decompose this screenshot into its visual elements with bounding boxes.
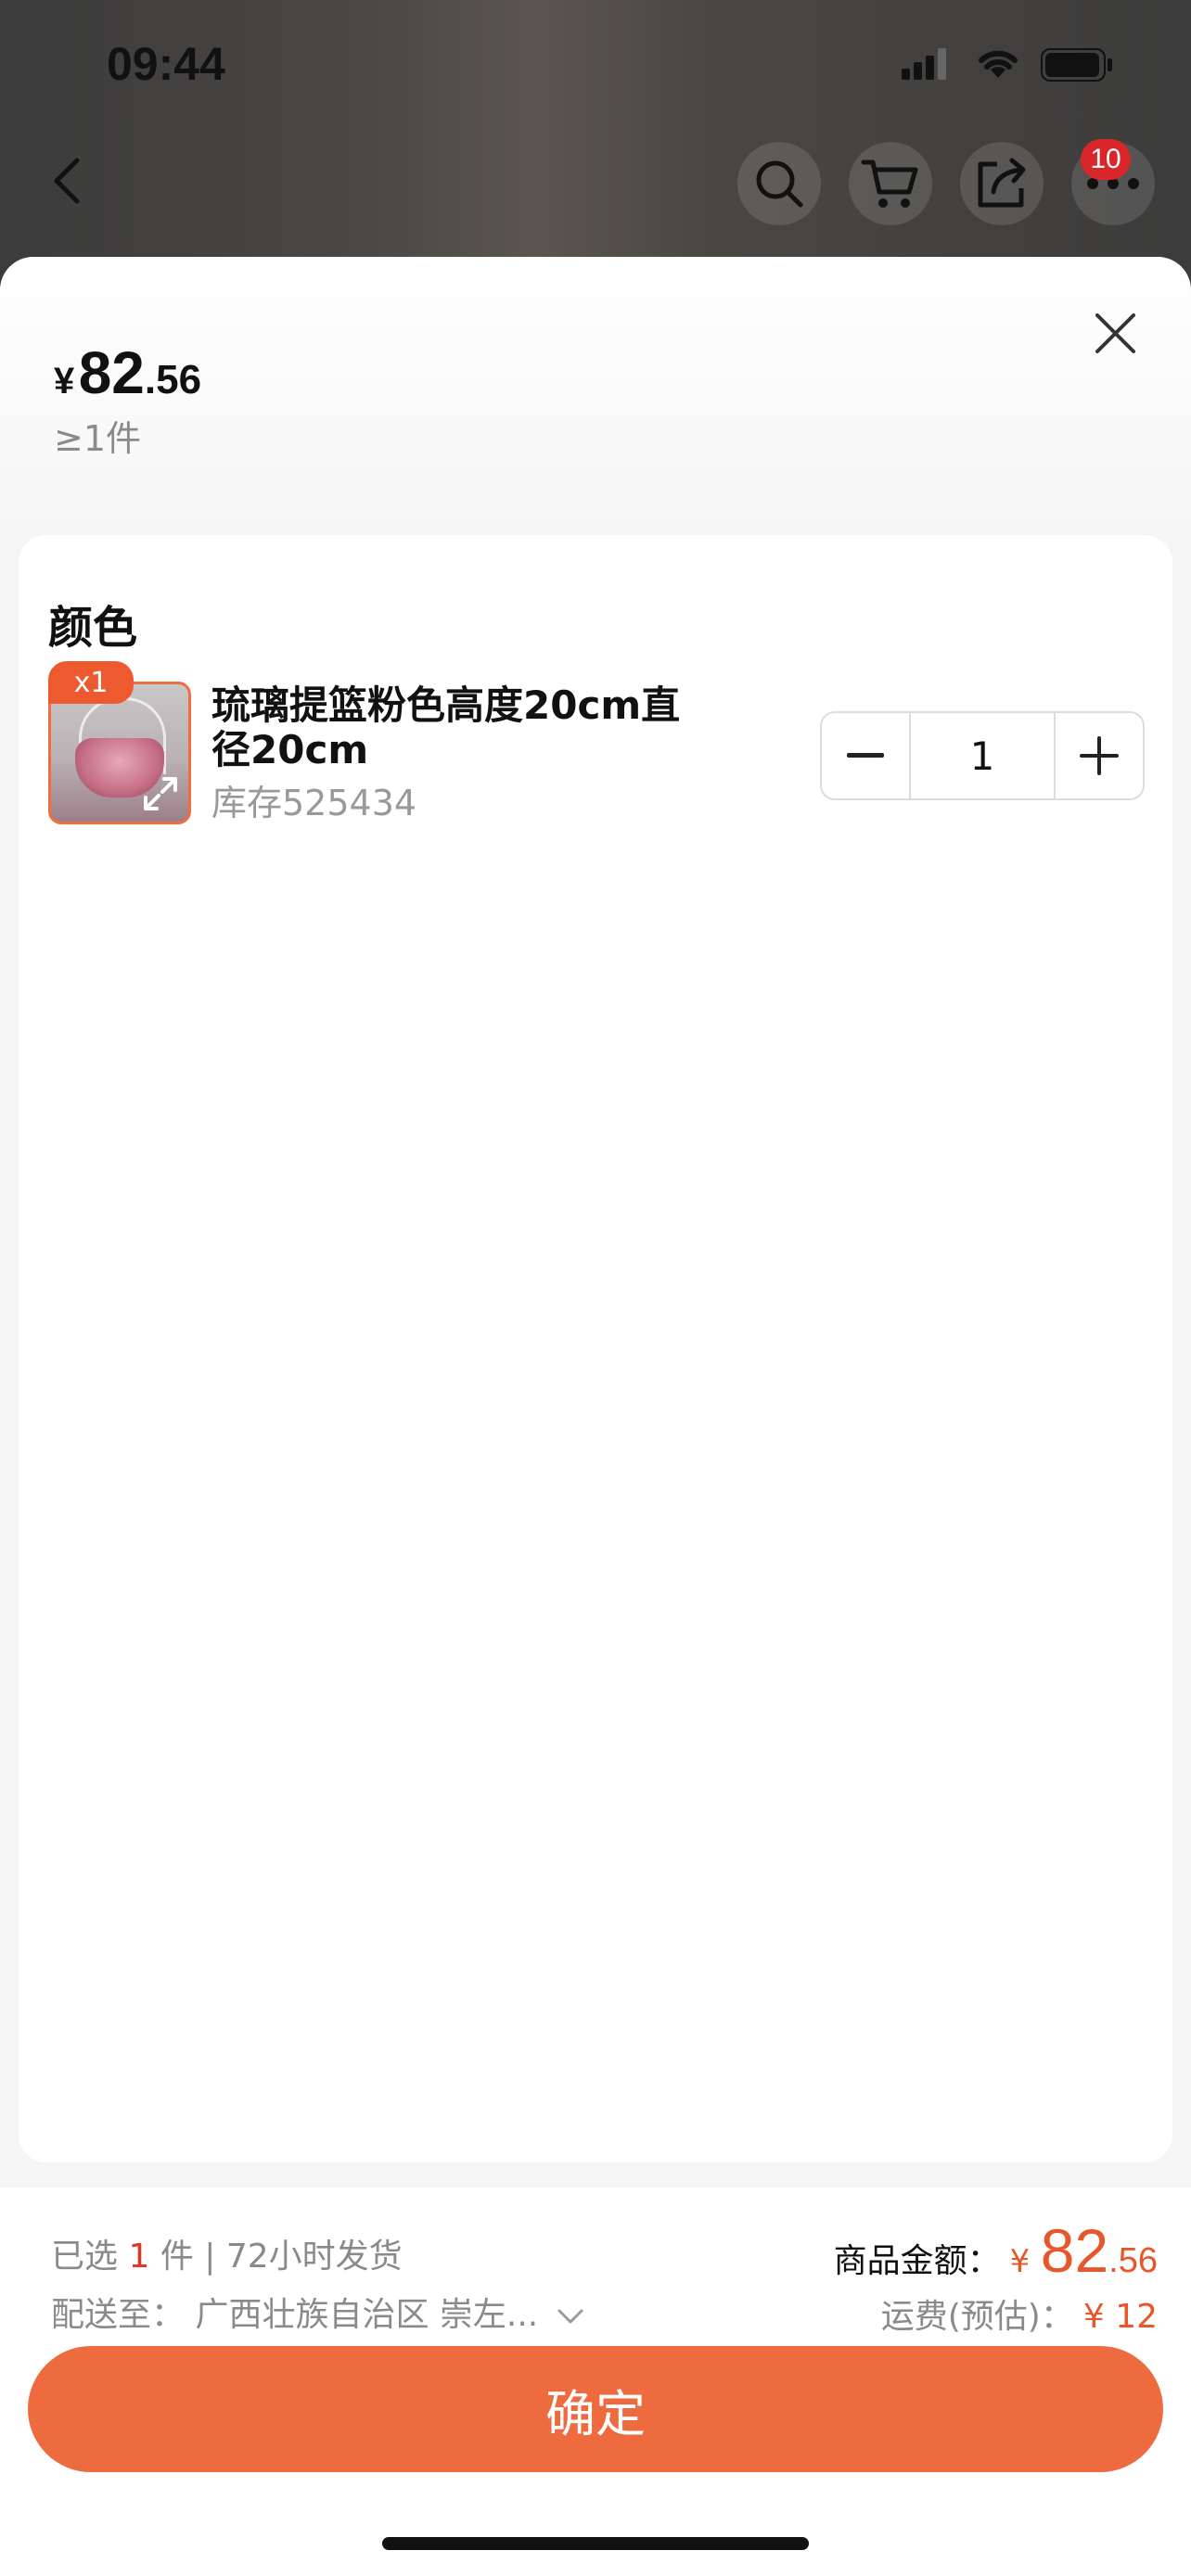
selected-summary: 已选 1 件 | 72小时发货 [51, 2229, 403, 2277]
chevron-down-icon [557, 2309, 583, 2324]
freight-value: ¥ 12 [1082, 2298, 1158, 2336]
cart-icon [861, 159, 918, 208]
wifi-icon [979, 50, 1018, 78]
search-icon [756, 160, 803, 208]
stock-count: 库存525434 [211, 783, 417, 823]
ship-to-selector[interactable]: 配送至： 广西壮族自治区 崇左... [51, 2288, 584, 2336]
quantity-value[interactable]: 1 [909, 713, 1056, 798]
confirm-button[interactable]: 确定 [28, 2346, 1163, 2472]
freight-label: 运费(预估)： [880, 2298, 1074, 2336]
decrease-button[interactable] [822, 713, 909, 798]
battery-icon [1041, 48, 1112, 82]
amount-decimal: .56 [1108, 2241, 1158, 2280]
selected-quantity-tag: x1 [48, 661, 134, 704]
expand-icon[interactable] [140, 773, 181, 814]
status-bar: 09:44 [0, 0, 1191, 130]
min-order-quantity: ≥1件 [54, 418, 142, 459]
price-currency: ¥ [54, 361, 75, 402]
selected-suffix: 件 | 72小时发货 [160, 2238, 403, 2276]
cellular-signal-icon [902, 48, 946, 80]
sku-name: 琉璃提篮粉色高度20cm直径20cm [211, 682, 681, 772]
close-icon[interactable] [1090, 308, 1141, 359]
freight-estimate: 运费(预估)： ¥ 12 [881, 2289, 1158, 2338]
share-button[interactable] [960, 142, 1044, 225]
amount-integer: 82 [1040, 2216, 1109, 2285]
amount-label: 商品金额： [833, 2242, 1001, 2280]
price-integer: 82 [78, 339, 145, 406]
ship-to-value: 广西壮族自治区 崇左... [195, 2296, 539, 2334]
selected-prefix: 已选 [51, 2238, 119, 2276]
price-decimal: .56 [144, 357, 202, 402]
minus-icon [847, 753, 884, 758]
ship-to-label: 配送至： [51, 2296, 186, 2334]
search-button[interactable] [737, 142, 821, 225]
section-title-color: 颜色 [48, 602, 138, 654]
unit-price: ¥ 82.56 [54, 338, 201, 407]
back-arrow-icon[interactable] [42, 153, 97, 209]
amount-currency: ¥ [1009, 2243, 1031, 2280]
selected-count: 1 [128, 2238, 150, 2276]
goods-amount: 商品金额： ¥ 82.56 [834, 2215, 1158, 2286]
sku-selector-sheet: ¥ 82.56 ≥1件 颜色 x1 琉璃提篮粉色高度20cm直径20cm 库存5… [0, 257, 1191, 2576]
quantity-stepper: 1 [820, 711, 1145, 800]
status-time: 09:44 [107, 38, 225, 90]
increase-button[interactable] [1056, 713, 1143, 798]
home-indicator [382, 2537, 809, 2550]
cart-button[interactable] [849, 142, 932, 225]
share-icon [978, 158, 1026, 208]
options-card: 颜色 x1 琉璃提篮粉色高度20cm直径20cm 库存525434 1 [19, 535, 1172, 2162]
notification-badge: 10 [1081, 139, 1131, 180]
plus-icon [1080, 736, 1119, 775]
